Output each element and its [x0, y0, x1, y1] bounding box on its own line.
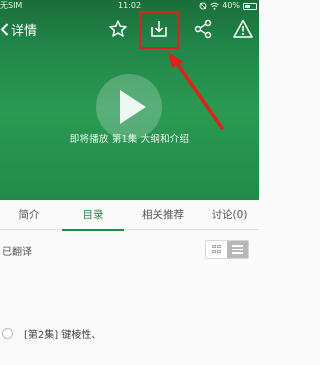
wifi-icon — [210, 2, 220, 10]
star-icon[interactable] — [107, 18, 129, 40]
tab-bar: 简介 目录 相关推荐 讨论(0) — [0, 200, 259, 231]
grid-view-button[interactable] — [206, 241, 227, 258]
top-navigation: 详情 — [0, 14, 259, 48]
translated-label: 已翻译 — [2, 247, 32, 258]
grid-icon — [212, 245, 222, 254]
warning-icon[interactable] — [232, 18, 254, 40]
list-icon — [232, 245, 244, 254]
video-header: 无SIM 11:02 40% 详情 即将播放 第1集 大纲和介绍 — [0, 0, 259, 200]
alarm-icon — [199, 2, 207, 10]
chevron-left-icon — [0, 23, 9, 36]
carrier-label: 无SIM — [0, 1, 23, 10]
episode-title: [第2集] 键棱性、 — [24, 329, 102, 341]
tab-related[interactable]: 相关推荐 — [130, 200, 196, 230]
view-toggle — [205, 240, 249, 259]
play-caption: 即将播放 第1集 大纲和介绍 — [69, 134, 190, 145]
battery-icon — [243, 2, 257, 10]
list-view-button[interactable] — [227, 241, 248, 258]
tab-intro[interactable]: 简介 — [0, 200, 58, 230]
download-highlight-box — [139, 11, 179, 49]
episode-radio[interactable] — [2, 327, 13, 339]
clock: 11:02 — [118, 1, 142, 10]
episode-item[interactable]: [第2集] 键棱性、 — [0, 322, 259, 344]
status-bar: 无SIM 11:02 40% — [0, 0, 259, 12]
share-icon[interactable] — [192, 18, 214, 40]
battery-percent: 40% — [222, 1, 240, 10]
back-button[interactable]: 详情 — [0, 20, 37, 39]
status-icons: 40% — [199, 0, 257, 12]
tab-comments[interactable]: 讨论(0) — [200, 200, 259, 230]
tab-catalog[interactable]: 目录 — [62, 200, 124, 231]
back-label: 详情 — [11, 24, 38, 39]
